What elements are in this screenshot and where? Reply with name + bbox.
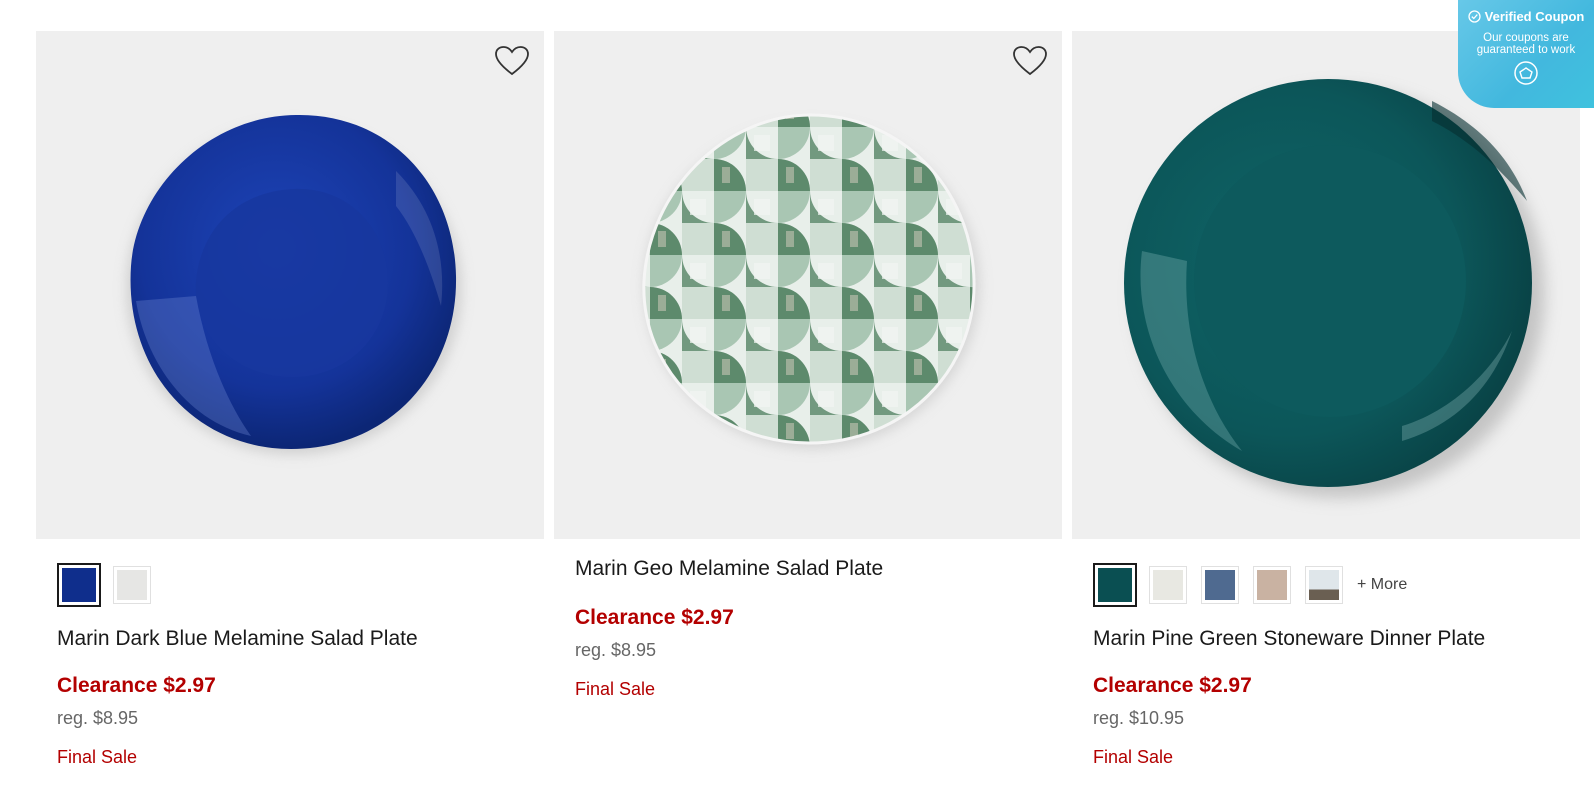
regular-price: reg. $10.95 xyxy=(1093,708,1185,728)
check-circle-icon xyxy=(1468,10,1481,23)
more-swatches-link[interactable]: + More xyxy=(1357,576,1407,594)
swatch-pattern[interactable] xyxy=(1305,566,1343,604)
product-card[interactable]: + More Marin Pine Green Stoneware Dinner… xyxy=(1072,31,1580,768)
final-sale-label: Final Sale xyxy=(57,747,138,767)
swatch-dark-blue[interactable] xyxy=(57,563,101,607)
regular-price: reg. $8.95 xyxy=(575,640,657,660)
swatch-pine-green[interactable] xyxy=(1093,563,1137,607)
dark-blue-plate-image xyxy=(126,114,462,455)
coupon-logo xyxy=(1458,60,1594,91)
product-title[interactable]: Marin Pine Green Stoneware Dinner Plate xyxy=(1093,626,1559,652)
geo-plate-image xyxy=(642,113,980,449)
heart-icon[interactable] xyxy=(494,45,530,77)
color-swatches: + More xyxy=(1093,562,1559,608)
coupon-logo-icon xyxy=(1514,61,1538,85)
product-card[interactable]: Marin Dark Blue Melamine Salad Plate Cle… xyxy=(36,31,544,768)
coupon-title: Verified Coupon xyxy=(1484,9,1585,24)
product-title[interactable]: Marin Geo Melamine Salad Plate xyxy=(575,556,1041,582)
regular-price: reg. $8.95 xyxy=(57,708,139,728)
clearance-price: Clearance $2.97 xyxy=(1093,674,1252,697)
final-sale-label: Final Sale xyxy=(1093,747,1174,767)
swatch-white[interactable] xyxy=(1149,566,1187,604)
swatch-taupe[interactable] xyxy=(1253,566,1291,604)
swatch-white[interactable] xyxy=(113,566,151,604)
product-image[interactable] xyxy=(36,31,544,539)
heart-icon[interactable] xyxy=(1012,45,1048,77)
clearance-price: Clearance $2.97 xyxy=(57,674,216,697)
clearance-price: Clearance $2.97 xyxy=(575,606,734,629)
coupon-title-row: Verified Coupon xyxy=(1458,9,1594,24)
final-sale-label: Final Sale xyxy=(575,679,656,699)
swatch-blue[interactable] xyxy=(1201,566,1239,604)
verified-coupon-badge[interactable]: Verified Coupon Our coupons are guarante… xyxy=(1458,0,1594,108)
color-swatches xyxy=(57,562,523,608)
coupon-subtitle: Our coupons are guaranteed to work xyxy=(1476,32,1576,56)
product-title[interactable]: Marin Dark Blue Melamine Salad Plate xyxy=(57,626,523,652)
product-card[interactable]: Marin Geo Melamine Salad Plate Clearance… xyxy=(554,31,1062,700)
product-image[interactable] xyxy=(554,31,1062,539)
